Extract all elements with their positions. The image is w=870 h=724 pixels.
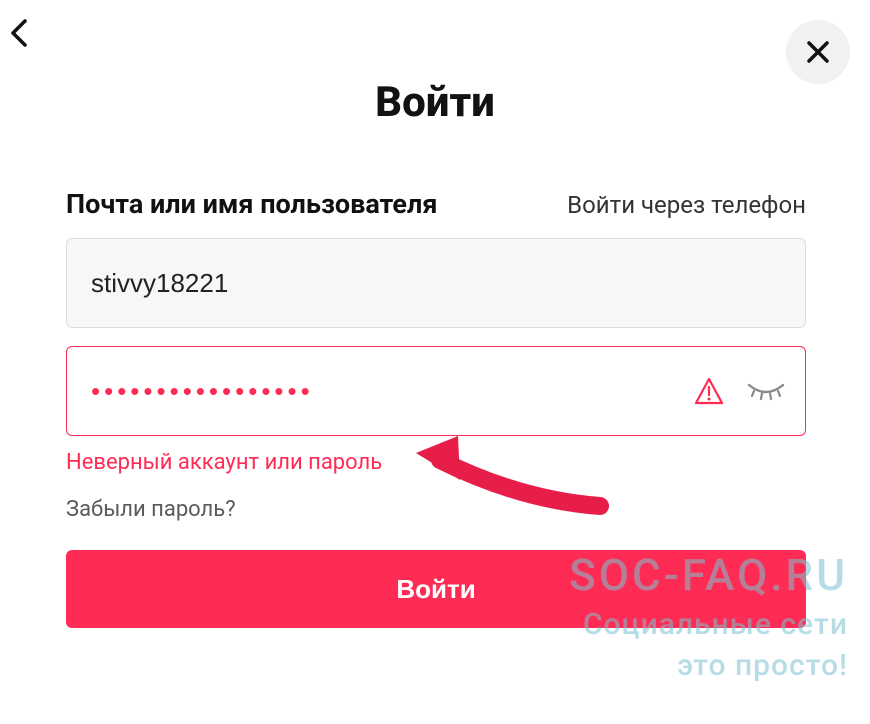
forgot-password-link[interactable]: Забыли пароль? bbox=[66, 497, 236, 522]
close-icon bbox=[805, 39, 831, 65]
alert-triangle-icon bbox=[694, 377, 724, 405]
error-message: Неверный аккаунт или пароль bbox=[66, 450, 806, 475]
close-button[interactable] bbox=[786, 20, 850, 84]
password-icons bbox=[694, 377, 786, 405]
phone-login-link[interactable]: Войти через телефон bbox=[567, 191, 806, 219]
login-button[interactable]: Войти bbox=[66, 550, 806, 628]
login-form: Почта или имя пользователя Войти через т… bbox=[66, 188, 806, 628]
password-field-wrap bbox=[66, 346, 806, 436]
chevron-left-icon bbox=[9, 18, 29, 48]
label-row: Почта или имя пользователя Войти через т… bbox=[66, 188, 806, 220]
username-label: Почта или имя пользователя bbox=[66, 188, 437, 220]
back-button[interactable] bbox=[4, 18, 34, 48]
page-title: Войти bbox=[0, 78, 870, 127]
eye-closed-icon[interactable] bbox=[746, 381, 786, 401]
watermark-line3: это просто! bbox=[569, 646, 848, 687]
username-input[interactable] bbox=[66, 238, 806, 328]
